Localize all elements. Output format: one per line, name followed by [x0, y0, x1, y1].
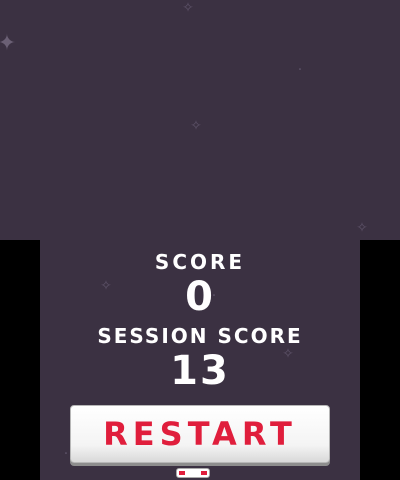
- session-score-label: SESSION SCORE: [97, 324, 303, 348]
- top-screen: ✦ ✧ ✧ ✧ ·: [0, 0, 400, 240]
- sparkle-icon: ✧: [182, 0, 194, 16]
- sparkle-icon: ✧: [356, 220, 368, 236]
- sparkle-icon: ✧: [190, 118, 202, 134]
- score-value: 0: [185, 274, 215, 320]
- session-score-value: 13: [170, 348, 230, 394]
- bottom-screen: ✧ ✧ · · SCORE 0 SESSION SCORE 13 RESTART: [40, 240, 360, 480]
- score-label: SCORE: [154, 250, 246, 274]
- sparkle-icon: ·: [297, 62, 303, 78]
- restart-label: RESTART: [103, 415, 297, 453]
- stylus-icon: [176, 468, 210, 478]
- sparkle-icon: ✦: [0, 31, 17, 56]
- restart-button[interactable]: RESTART: [70, 405, 330, 463]
- sparkle-icon: ·: [63, 446, 69, 462]
